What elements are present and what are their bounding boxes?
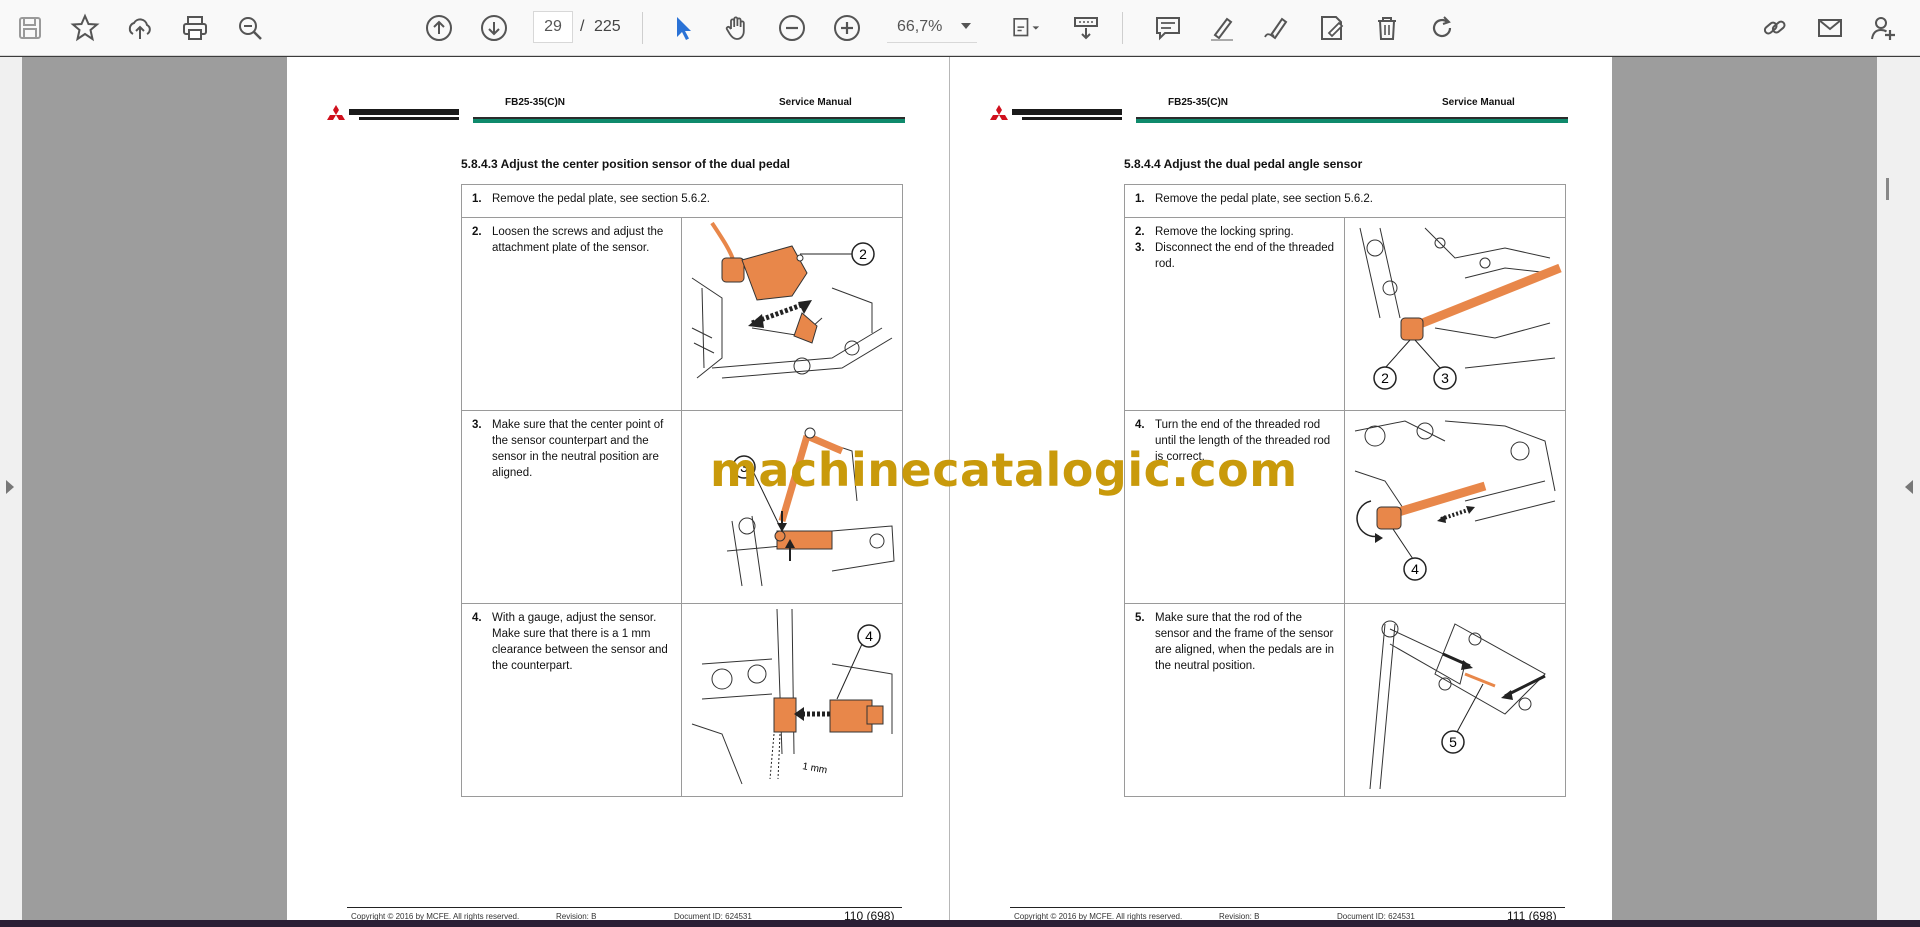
rod-alignment-illustration: 5 bbox=[1369, 620, 1546, 790]
header-rule bbox=[473, 117, 905, 123]
table-row: 1. Remove the pedal plate, see section 5.… bbox=[461, 184, 903, 218]
share-link-icon[interactable] bbox=[1753, 6, 1797, 50]
table-row: 3. Make sure that the center point of the… bbox=[461, 410, 903, 604]
footer-revision: Revision: B bbox=[1219, 912, 1260, 920]
delete-trash-icon[interactable] bbox=[1365, 6, 1409, 50]
next-page-icon[interactable] bbox=[472, 6, 516, 50]
page-background bbox=[22, 57, 287, 920]
mitsubishi-forklift-logo bbox=[990, 105, 1122, 120]
locking-spring-illustration: 2 3 bbox=[1359, 227, 1562, 390]
edit-document-icon[interactable] bbox=[1310, 6, 1354, 50]
window-bottom-edge bbox=[0, 920, 1920, 927]
zoom-level-select[interactable]: 66,7% bbox=[887, 11, 977, 43]
sensor-plate-illustration: 2 bbox=[691, 221, 893, 379]
mitsubishi-forklift-logo bbox=[327, 105, 459, 120]
toolbar-divider bbox=[1122, 12, 1123, 44]
footer-page-number: 110 (698) bbox=[844, 909, 895, 920]
scrollbar-thumb[interactable] bbox=[1886, 178, 1889, 200]
right-panel-toggle[interactable] bbox=[1877, 57, 1920, 920]
callout-label: 4 bbox=[865, 628, 873, 644]
table-row: 4. With a gauge, adjust the sensor. Make … bbox=[461, 603, 903, 797]
page-fit-icon[interactable] bbox=[1000, 6, 1050, 50]
callout-label: 2 bbox=[859, 246, 867, 262]
bookmark-star-icon[interactable] bbox=[63, 6, 107, 50]
previous-page-icon[interactable] bbox=[417, 6, 461, 50]
watermark-text: machinecatalogic.com bbox=[710, 443, 1298, 497]
header-model: FB25-35(C)N bbox=[1168, 97, 1229, 108]
zoom-level-value: 66,7% bbox=[897, 17, 943, 35]
dimension-label: 1 mm bbox=[801, 761, 828, 776]
toolbar: 29 / 225 66,7% bbox=[0, 0, 1920, 56]
step-number: 3. bbox=[472, 419, 482, 431]
step-number: 1. bbox=[472, 193, 482, 205]
header-manual-title: Service Manual bbox=[1442, 97, 1515, 108]
section-heading: 5.8.4.4 Adjust the dual pedal angle sens… bbox=[1124, 157, 1363, 171]
footer-copyright: Copyright © 2016 by MCFE. All rights res… bbox=[1014, 912, 1183, 920]
footer-rule bbox=[1010, 907, 1565, 908]
threaded-rod-illustration: 4 bbox=[1354, 420, 1556, 581]
footer-rule bbox=[347, 907, 902, 908]
zoom-out-search-icon[interactable] bbox=[228, 6, 272, 50]
step-number: 2. bbox=[1135, 226, 1145, 238]
header-rule bbox=[1136, 117, 1568, 123]
footer-copyright: Copyright © 2016 by MCFE. All rights res… bbox=[351, 912, 520, 920]
print-icon[interactable] bbox=[173, 6, 217, 50]
hand-tool-icon[interactable] bbox=[715, 6, 759, 50]
step-number: 4. bbox=[472, 612, 482, 624]
zoom-out-icon[interactable] bbox=[770, 6, 814, 50]
add-user-icon[interactable] bbox=[1864, 6, 1904, 50]
footer-revision: Revision: B bbox=[556, 912, 597, 920]
section-heading: 5.8.4.3 Adjust the center position senso… bbox=[461, 157, 790, 171]
footer-document-id: Document ID: 624531 bbox=[1337, 912, 1415, 920]
expand-right-panel-icon[interactable] bbox=[1905, 480, 1913, 494]
step-text: Remove the locking spring. bbox=[1155, 226, 1294, 238]
callout-label: 4 bbox=[1411, 561, 1419, 577]
step-number: 1. bbox=[1135, 193, 1145, 205]
save-icon[interactable] bbox=[8, 6, 52, 50]
page-separator: / bbox=[580, 18, 585, 35]
header-model: FB25-35(C)N bbox=[505, 97, 566, 108]
step-text: Loosen the screws and adjust the attachm… bbox=[492, 226, 664, 254]
page-background bbox=[1611, 57, 1877, 920]
table-row: 1. Remove the pedal plate, see section 5.… bbox=[1124, 184, 1566, 218]
gauge-clearance-illustration: 4 1 mm bbox=[691, 608, 893, 785]
cloud-upload-icon[interactable] bbox=[118, 6, 162, 50]
step-text: Remove the pedal plate, see section 5.6.… bbox=[1155, 193, 1374, 205]
sign-pen-icon[interactable] bbox=[1255, 6, 1299, 50]
toolbar-divider bbox=[642, 12, 643, 44]
chevron-down-icon bbox=[961, 23, 971, 29]
table-row: 2. Remove the locking spring. 3. Disconnec… bbox=[1124, 217, 1566, 411]
footer-page-number: 111 (698) bbox=[1507, 909, 1557, 920]
step-text: Disconnect the end of the threaded rod. bbox=[1155, 242, 1335, 270]
step-number: 3. bbox=[1135, 242, 1145, 254]
zoom-in-icon[interactable] bbox=[825, 6, 869, 50]
callout-label: 5 bbox=[1449, 734, 1457, 750]
page-number-input[interactable]: 29 bbox=[533, 11, 573, 43]
table-row: 5. Make sure that the rod of the sensor a… bbox=[1124, 603, 1566, 797]
highlight-pen-icon[interactable] bbox=[1200, 6, 1244, 50]
step-number: 5. bbox=[1135, 612, 1145, 624]
footer-document-id: Document ID: 624531 bbox=[674, 912, 752, 920]
step-text: Make sure that the rod of the sensor and… bbox=[1155, 612, 1335, 672]
step-number: 2. bbox=[472, 226, 482, 238]
step-text: Make sure that the center point of the s… bbox=[492, 419, 664, 479]
expand-left-panel-icon[interactable] bbox=[6, 480, 14, 494]
total-pages: 225 bbox=[594, 18, 621, 35]
step-text: With a gauge, adjust the sensor. Make su… bbox=[492, 612, 668, 672]
email-icon[interactable] bbox=[1808, 6, 1852, 50]
callout-label: 3 bbox=[1441, 370, 1449, 386]
rotate-icon[interactable] bbox=[1420, 6, 1464, 50]
table-row: 4. Turn the end of the threaded rod until… bbox=[1124, 410, 1566, 604]
comment-icon[interactable] bbox=[1146, 6, 1190, 50]
center-point-illustration: 3 bbox=[726, 427, 895, 587]
select-cursor-icon[interactable] bbox=[661, 6, 705, 50]
step-text: Remove the pedal plate, see section 5.6.… bbox=[492, 193, 711, 205]
table-row: 2. Loosen the screws and adjust the attac… bbox=[461, 217, 903, 411]
header-manual-title: Service Manual bbox=[779, 97, 852, 108]
scroll-mode-icon[interactable] bbox=[1064, 6, 1108, 50]
callout-label: 2 bbox=[1381, 370, 1389, 386]
